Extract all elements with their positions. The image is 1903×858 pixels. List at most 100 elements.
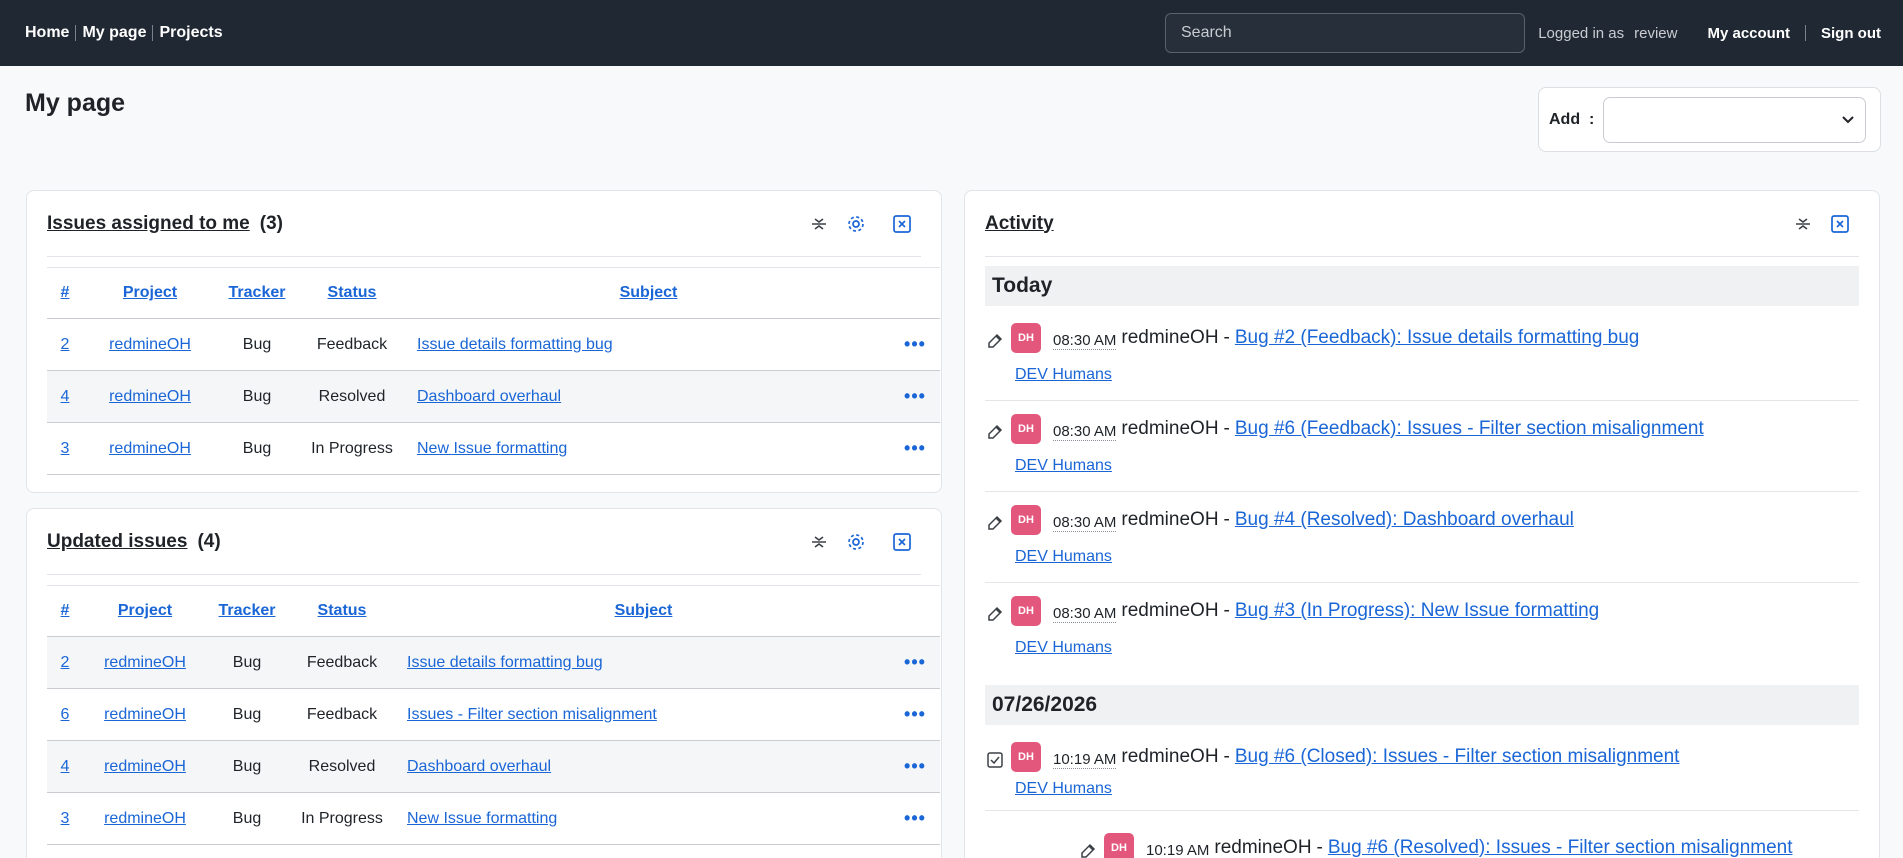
- activity-title-link[interactable]: Bug #2 (Feedback): Issue details formatt…: [1235, 327, 1640, 349]
- activity-dash: -: [1223, 327, 1230, 348]
- column-status[interactable]: Status: [297, 267, 407, 319]
- add-label: Add :: [1549, 110, 1595, 128]
- close-icon[interactable]: [891, 531, 913, 553]
- issue-id-link[interactable]: 3: [61, 810, 70, 827]
- activity-project-link[interactable]: DEV Humans: [1015, 780, 1112, 798]
- avatar: DH: [1011, 323, 1041, 353]
- activity-item: DH 08:30 AM redmineOH - Bug #3 (In Progr…: [985, 596, 1859, 674]
- project-link[interactable]: redmineOH: [109, 388, 191, 405]
- activity-title-link[interactable]: Bug #3 (In Progress): New Issue formatti…: [1235, 600, 1599, 622]
- activity-item: DH 08:30 AM redmineOH - Bug #4 (Resolved…: [985, 505, 1859, 583]
- more-actions-icon[interactable]: •••: [904, 438, 926, 458]
- subject-link[interactable]: Issue details formatting bug: [407, 654, 603, 671]
- activity-project-link[interactable]: DEV Humans: [1015, 639, 1112, 657]
- more-actions-icon[interactable]: •••: [904, 756, 926, 776]
- panel-title-link[interactable]: Activity: [985, 213, 1054, 235]
- logged-in-label: Logged in as: [1538, 24, 1625, 42]
- more-actions-icon[interactable]: •••: [904, 704, 926, 724]
- nav-separator: [152, 25, 154, 41]
- issues-assigned-panel: Issues assigned to me (3) # Project Trac…: [26, 190, 942, 493]
- project-link[interactable]: redmineOH: [104, 810, 186, 827]
- column-project[interactable]: Project: [83, 267, 217, 319]
- avatar: DH: [1011, 596, 1041, 626]
- more-actions-icon[interactable]: •••: [904, 386, 926, 406]
- collapse-icon[interactable]: [808, 531, 830, 553]
- subject-link[interactable]: Issues - Filter section misalignment: [407, 706, 657, 723]
- collapse-icon[interactable]: [1792, 213, 1814, 235]
- edit-icon: [1078, 841, 1098, 858]
- search-input[interactable]: [1165, 13, 1525, 53]
- more-actions-icon[interactable]: •••: [904, 652, 926, 672]
- nav-mypage-link[interactable]: My page: [82, 24, 146, 42]
- table-row: 4 redmineOH Bug Resolved Dashboard overh…: [47, 370, 940, 423]
- status-cell: Feedback: [287, 688, 397, 741]
- issue-id-link[interactable]: 2: [61, 336, 70, 353]
- nav-home-link[interactable]: Home: [25, 24, 69, 42]
- column-actions: [890, 585, 940, 637]
- tracker-cell: Bug: [217, 370, 297, 423]
- activity-author: redmineOH: [1214, 837, 1312, 858]
- column-subject[interactable]: Subject: [407, 267, 890, 319]
- table-row: 3 redmineOH Bug In Progress New Issue fo…: [47, 792, 940, 845]
- activity-project-link[interactable]: DEV Humans: [1015, 548, 1112, 566]
- status-cell: Resolved: [297, 370, 407, 423]
- subject-link[interactable]: Issue details formatting bug: [417, 336, 613, 353]
- subject-link[interactable]: Dashboard overhaul: [417, 388, 561, 405]
- add-block-select[interactable]: [1603, 96, 1867, 143]
- project-link[interactable]: redmineOH: [104, 758, 186, 775]
- activity-title-link[interactable]: Bug #6 (Resolved): Issues - Filter secti…: [1328, 837, 1793, 858]
- subject-link[interactable]: New Issue formatting: [417, 440, 567, 457]
- column-subject[interactable]: Subject: [397, 585, 890, 637]
- panel-title-link[interactable]: Issues assigned to me: [47, 213, 250, 235]
- nav-projects-link[interactable]: Projects: [159, 24, 222, 42]
- column-id[interactable]: #: [47, 267, 83, 319]
- activity-project-link[interactable]: DEV Humans: [1015, 457, 1112, 475]
- close-icon[interactable]: [1829, 213, 1851, 235]
- issue-id-link[interactable]: 4: [61, 388, 70, 405]
- panel-count: (3): [259, 212, 283, 234]
- sign-out-link[interactable]: Sign out: [1821, 25, 1881, 42]
- my-account-link[interactable]: My account: [1707, 25, 1790, 42]
- gear-icon[interactable]: [845, 531, 867, 553]
- column-id[interactable]: #: [47, 585, 83, 637]
- project-link[interactable]: redmineOH: [109, 336, 191, 353]
- user-name-link[interactable]: review: [1634, 25, 1677, 42]
- activity-project-link[interactable]: DEV Humans: [1015, 366, 1112, 384]
- activity-title-link[interactable]: Bug #6 (Feedback): Issues - Filter secti…: [1235, 418, 1704, 440]
- user-area: Logged in as review My account Sign out: [1538, 0, 1881, 66]
- issue-id-link[interactable]: 4: [61, 758, 70, 775]
- issues-assigned-table: # Project Tracker Status Subject 2 redmi…: [47, 267, 940, 475]
- project-link[interactable]: redmineOH: [104, 706, 186, 723]
- activity-title-link[interactable]: Bug #6 (Closed): Issues - Filter section…: [1235, 746, 1680, 768]
- activity-item: DH 08:30 AM redmineOH - Bug #6 (Feedback…: [985, 414, 1859, 492]
- column-project[interactable]: Project: [83, 585, 207, 637]
- tracker-cell: Bug: [207, 688, 287, 741]
- panel-title-link[interactable]: Updated issues: [47, 531, 187, 553]
- issue-id-link[interactable]: 6: [61, 706, 70, 723]
- status-cell: Feedback: [287, 636, 397, 689]
- column-status[interactable]: Status: [287, 585, 397, 637]
- collapse-icon[interactable]: [808, 213, 830, 235]
- activity-title-link[interactable]: Bug #4 (Resolved): Dashboard overhaul: [1235, 509, 1574, 531]
- more-actions-icon[interactable]: •••: [904, 808, 926, 828]
- page-title: My page: [25, 89, 126, 117]
- more-actions-icon[interactable]: •••: [904, 334, 926, 354]
- avatar: DH: [1011, 742, 1041, 772]
- panel-header: Activity: [985, 191, 1859, 257]
- column-tracker[interactable]: Tracker: [217, 267, 297, 319]
- user-separator: [1805, 25, 1806, 41]
- close-icon[interactable]: [891, 213, 913, 235]
- issue-id-link[interactable]: 3: [61, 440, 70, 457]
- project-link[interactable]: redmineOH: [104, 654, 186, 671]
- subject-link[interactable]: New Issue formatting: [407, 810, 557, 827]
- column-tracker[interactable]: Tracker: [207, 585, 287, 637]
- project-link[interactable]: redmineOH: [109, 440, 191, 457]
- table-row: 6 redmineOH Bug Feedback Issues - Filter…: [47, 688, 940, 741]
- issue-id-link[interactable]: 2: [61, 654, 70, 671]
- gear-icon[interactable]: [845, 213, 867, 235]
- activity-author: redmineOH: [1121, 327, 1219, 348]
- activity-dash: -: [1316, 837, 1323, 858]
- activity-dash: -: [1223, 600, 1230, 621]
- edit-icon: [985, 513, 1005, 533]
- subject-link[interactable]: Dashboard overhaul: [407, 758, 551, 775]
